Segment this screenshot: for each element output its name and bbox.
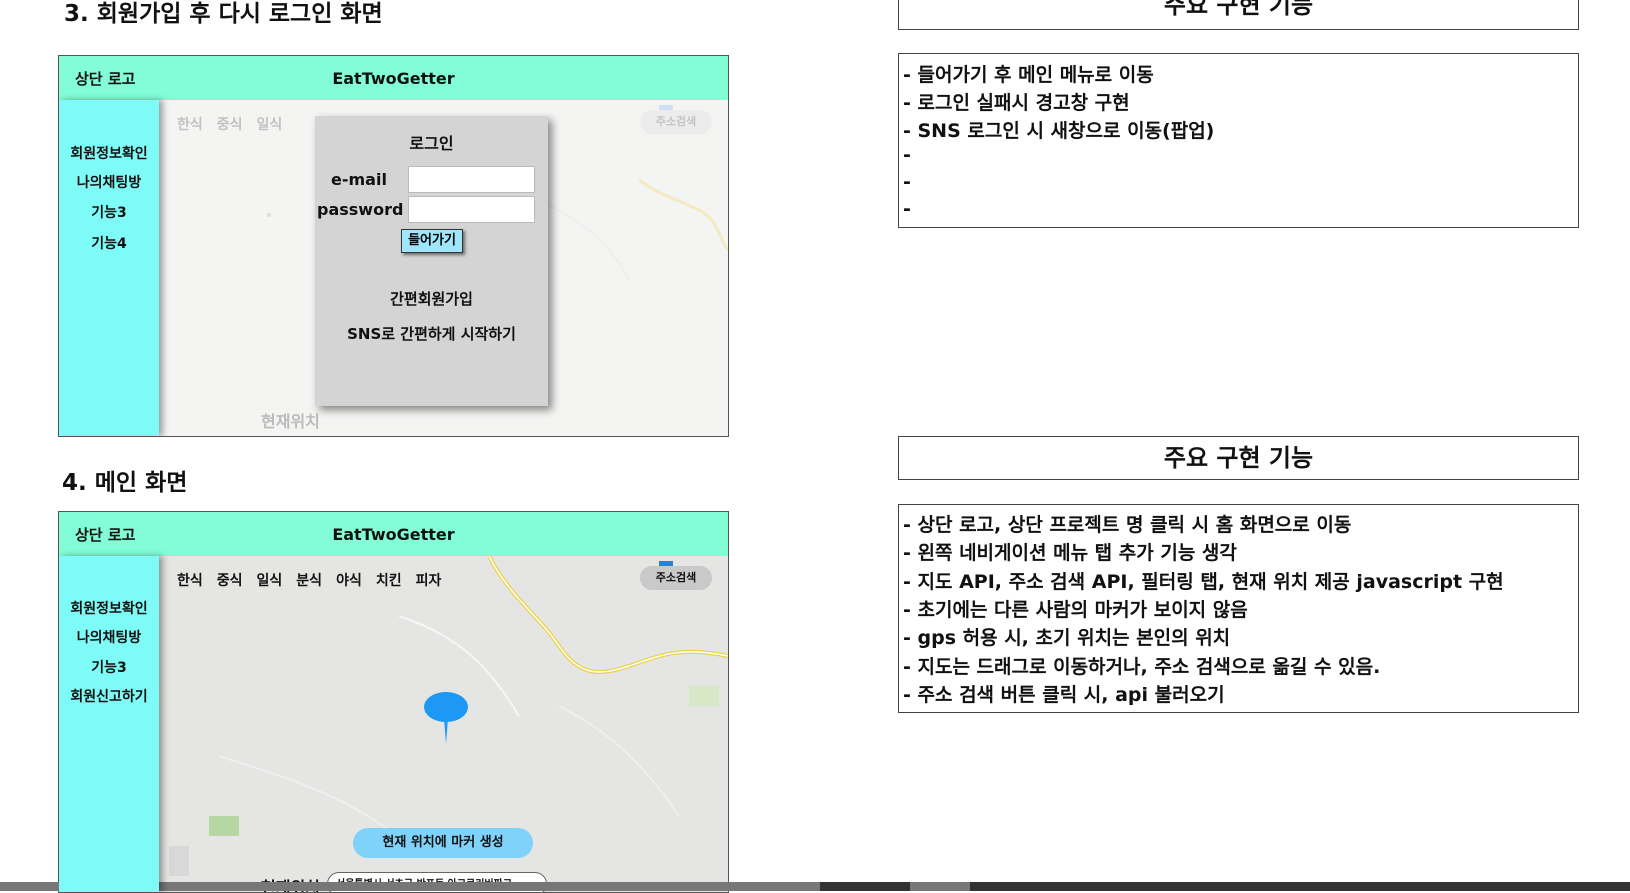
feature-line: -	[903, 198, 911, 220]
password-field[interactable]	[408, 196, 535, 223]
section-4-title: 4. 메인 화면	[62, 470, 188, 496]
bottom-edge-strip	[0, 882, 1630, 891]
map-view[interactable]: 한식 중식 일식 분식 야식 치킨 피자 주소검색 현재 위치에 마커 생성	[159, 556, 728, 892]
location-marker-tail	[444, 718, 448, 744]
nav-item-report-member[interactable]: 회원신고하기	[59, 686, 159, 706]
project-name[interactable]: EatTwoGetter	[59, 525, 728, 544]
nav-item-feature4[interactable]: 기능4	[59, 233, 159, 253]
feature-line: -	[903, 144, 911, 166]
nav-item-my-chat[interactable]: 나의채팅방	[59, 172, 159, 192]
enter-button[interactable]: 들어가기	[401, 229, 463, 253]
feature-line: - 지도는 드래그로 이동하거나, 주소 검색으로 옮길 수 있음.	[903, 656, 1381, 678]
login-modal: 로그인 e-mail password 들어가기 간편회원가입 SNS로 간편하…	[315, 116, 548, 406]
feature-line: - 왼쪽 네비게이션 메뉴 탭 추가 기능 생각	[903, 542, 1237, 564]
feature-line: - 주소 검색 버튼 클릭 시, api 불러오기	[903, 684, 1225, 706]
email-field[interactable]	[408, 166, 535, 193]
filter-tab-korean[interactable]: 한식	[177, 570, 203, 590]
feature-line: - 로그인 실패시 경고창 구현	[903, 92, 1130, 114]
features-bottom-header: 주요 구현 기능	[898, 436, 1579, 480]
quick-signup-link[interactable]: 간편회원가입	[315, 288, 548, 309]
email-label: e-mail	[331, 170, 387, 189]
features-top-list: - 들어가기 후 메인 메뉴로 이동 - 로그인 실패시 경고창 구현 - SN…	[898, 53, 1579, 228]
nav-item-feature3[interactable]: 기능3	[59, 202, 159, 222]
side-navigation: 회원정보확인 나의채팅방 기능3 기능4	[59, 100, 159, 436]
filter-tab-japanese[interactable]: 일식	[257, 570, 283, 590]
filter-tab-chicken[interactable]: 치킨	[376, 570, 402, 590]
filter-tab-korean[interactable]: 한식	[177, 114, 203, 134]
feature-line: - 지도 API, 주소 검색 API, 필터링 탭, 현재 위치 제공 jav…	[903, 571, 1504, 593]
feature-line: - 상단 로고, 상단 프로젝트 명 클릭 시 홈 화면으로 이동	[903, 514, 1352, 536]
feature-line: - 초기에는 다른 사람의 마커가 보이지 않음	[903, 599, 1248, 621]
feature-line: - SNS 로그인 시 새창으로 이동(팝업)	[903, 120, 1215, 142]
current-location-label: 현재위치	[261, 412, 320, 431]
top-header: 상단 로고 EatTwoGetter	[59, 512, 728, 556]
filter-tab-japanese[interactable]: 일식	[257, 114, 283, 134]
feature-line: - gps 허용 시, 초기 위치는 본인의 위치	[903, 627, 1231, 649]
nav-item-member-info[interactable]: 회원정보확인	[59, 598, 159, 618]
password-label: password	[317, 200, 404, 219]
login-screen-mockup: 상단 로고 EatTwoGetter 회원정보확인 나의채팅방 기능3 기능4 …	[58, 55, 729, 437]
login-title: 로그인	[409, 134, 454, 153]
address-search-button[interactable]: 주소검색	[640, 566, 712, 590]
category-filter-bar: 한식 중식 일식 분식 야식 치킨 피자	[169, 566, 449, 594]
features-top-header: 주요 구현 기능	[898, 0, 1579, 30]
features-bottom-list: - 상단 로고, 상단 프로젝트 명 클릭 시 홈 화면으로 이동 - 왼쪽 네…	[898, 504, 1579, 713]
filter-tab-chinese[interactable]: 중식	[217, 114, 243, 134]
address-search-button[interactable]: 주소검색	[640, 110, 712, 134]
create-marker-button[interactable]: 현재 위치에 마커 생성	[353, 828, 533, 858]
filter-tab-chinese[interactable]: 중식	[217, 570, 243, 590]
section-3-title: 3. 회원가입 후 다시 로그인 화면	[64, 1, 383, 27]
nav-item-my-chat[interactable]: 나의채팅방	[59, 627, 159, 647]
main-screen-mockup: 상단 로고 EatTwoGetter 회원정보확인 나의채팅방 기능3 회원신고…	[58, 511, 729, 893]
feature-line: - 들어가기 후 메인 메뉴로 이동	[903, 64, 1154, 86]
filter-tab-late-night[interactable]: 야식	[336, 570, 362, 590]
filter-tab-pizza[interactable]: 피자	[416, 570, 442, 590]
nav-item-member-info[interactable]: 회원정보확인	[59, 143, 159, 163]
project-name[interactable]: EatTwoGetter	[59, 69, 728, 88]
filter-tab-snack[interactable]: 분식	[296, 570, 322, 590]
category-filter-bar: 한식 중식 일식	[169, 110, 290, 138]
sns-start-link[interactable]: SNS로 간편하게 시작하기	[315, 323, 548, 344]
side-navigation: 회원정보확인 나의채팅방 기능3 회원신고하기	[59, 556, 159, 892]
top-header: 상단 로고 EatTwoGetter	[59, 56, 728, 100]
nav-item-feature3[interactable]: 기능3	[59, 657, 159, 677]
feature-line: -	[903, 171, 911, 193]
